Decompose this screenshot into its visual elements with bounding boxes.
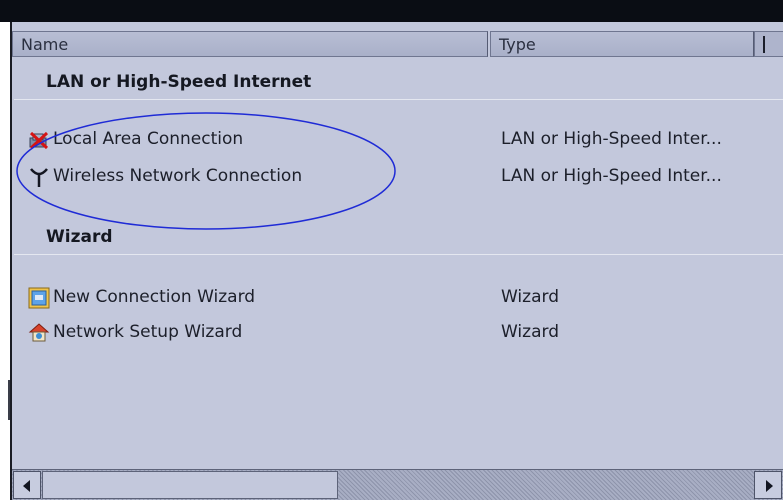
- connections-list-view[interactable]: Name Type LAN or High-Speed Internet Loc…: [10, 22, 783, 500]
- list-item-new-connection-wizard[interactable]: New Connection Wizard Wizard: [12, 284, 783, 312]
- group-title-wizard: Wizard: [46, 227, 113, 247]
- item-name: Network Setup Wizard: [53, 322, 243, 342]
- item-type: LAN or High-Speed Inter...: [501, 129, 722, 149]
- window-top-strip: [0, 0, 783, 22]
- item-name: New Connection Wizard: [53, 287, 256, 307]
- column-header-bar: Name Type: [12, 31, 783, 57]
- item-type: LAN or High-Speed Inter...: [501, 166, 722, 186]
- scroll-right-button[interactable]: [754, 471, 782, 499]
- column-header-type[interactable]: Type: [490, 31, 754, 57]
- new-connection-wizard-icon: [28, 287, 50, 309]
- item-type: Wizard: [501, 287, 559, 307]
- item-name: Wireless Network Connection: [53, 166, 303, 186]
- list-item-local-area-connection[interactable]: Local Area Connection LAN or High-Speed …: [12, 126, 783, 154]
- group-divider-lan: [14, 99, 783, 100]
- horizontal-scrollbar[interactable]: [12, 469, 783, 500]
- scrollbar-thumb[interactable]: [42, 471, 338, 499]
- list-item-network-setup-wizard[interactable]: Network Setup Wizard Wizard: [12, 319, 783, 347]
- group-divider-wizard: [14, 254, 783, 255]
- list-item-wireless-network-connection[interactable]: Wireless Network Connection LAN or High-…: [12, 163, 783, 191]
- item-type: Wizard: [501, 322, 559, 342]
- disabled-network-connection-icon: [28, 129, 50, 151]
- item-name: Local Area Connection: [53, 129, 244, 149]
- group-title-lan: LAN or High-Speed Internet: [46, 72, 312, 92]
- scroll-left-button[interactable]: [13, 471, 41, 499]
- column-header-name[interactable]: Name: [12, 31, 488, 57]
- wireless-antenna-icon: [28, 166, 50, 188]
- network-setup-wizard-icon: [28, 322, 50, 344]
- window-frame: Name Type LAN or High-Speed Internet Loc…: [0, 0, 783, 500]
- column-header-filler: [754, 31, 783, 57]
